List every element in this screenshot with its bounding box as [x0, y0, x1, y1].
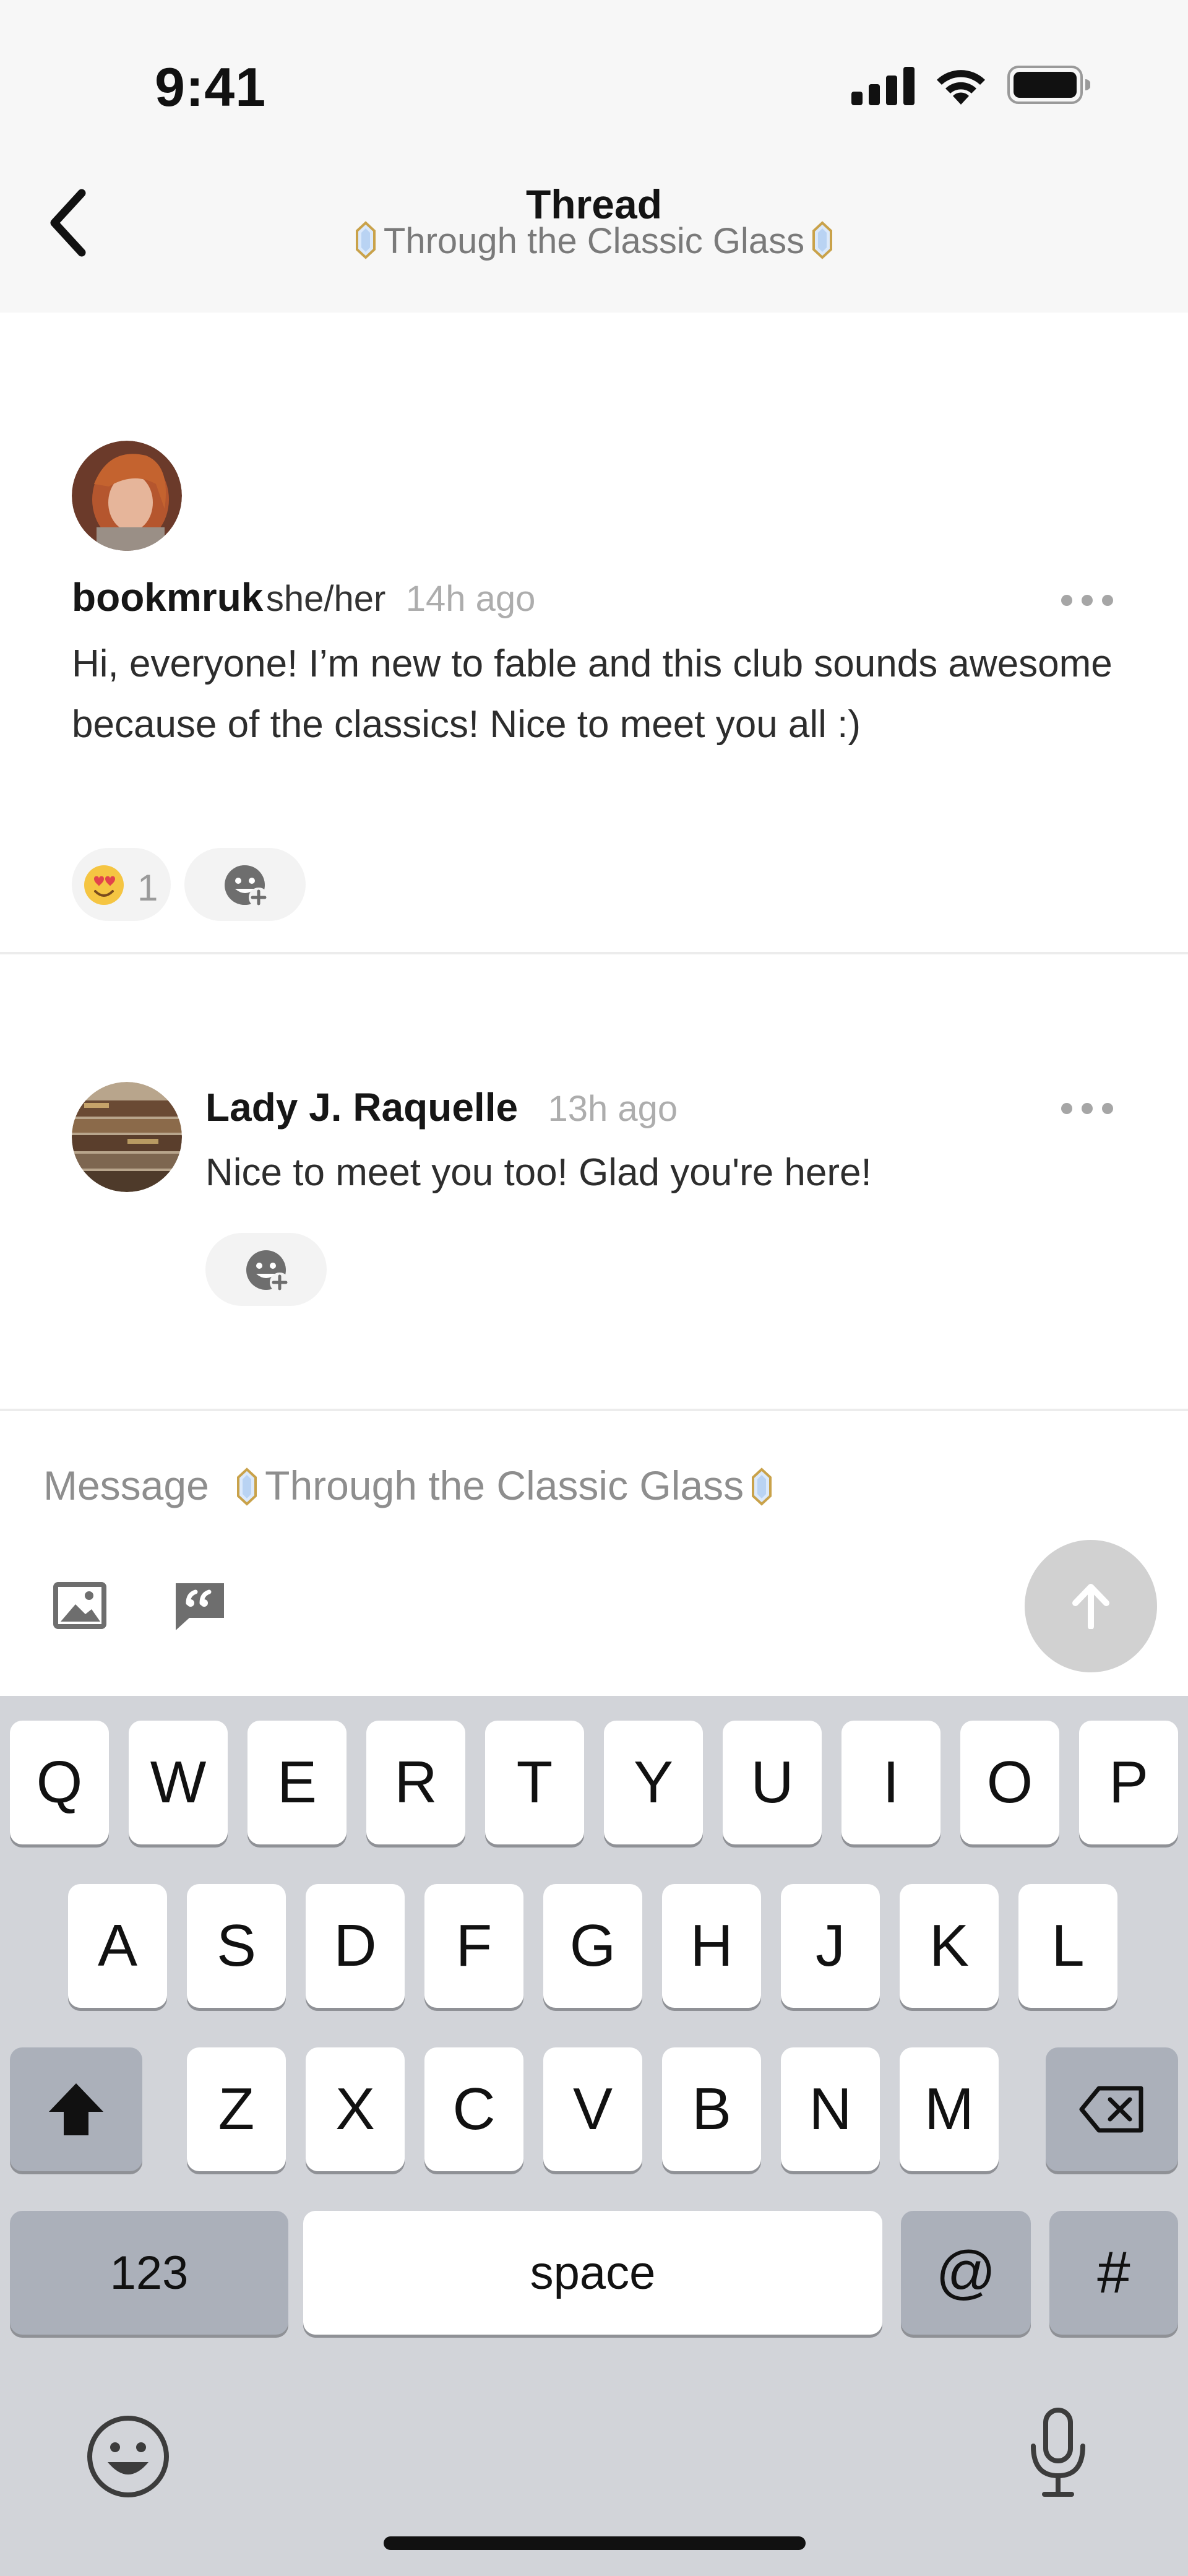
reaction-count: 1	[137, 867, 158, 909]
key-l[interactable]: L	[1018, 1884, 1117, 2008]
backspace-key[interactable]	[1046, 2047, 1178, 2171]
image-icon[interactable]	[53, 1582, 106, 1629]
home-indicator	[384, 2536, 806, 2550]
hash-key[interactable]: #	[1049, 2211, 1178, 2335]
top-bar	[0, 0, 1188, 313]
add-emoji-icon	[225, 865, 269, 907]
key-m[interactable]: M	[900, 2047, 999, 2171]
key-i[interactable]: I	[842, 1721, 940, 1844]
more-options-icon[interactable]	[1059, 591, 1115, 610]
key-g[interactable]: G	[543, 1884, 642, 2008]
key-x[interactable]: X	[306, 2047, 405, 2171]
send-button[interactable]	[1025, 1540, 1157, 1672]
post-username[interactable]: bookmruk	[72, 575, 263, 620]
key-v[interactable]: V	[543, 2047, 642, 2171]
mirror-emoji-icon	[812, 221, 833, 259]
key-a[interactable]: A	[68, 1884, 167, 2008]
key-h[interactable]: H	[662, 1884, 761, 2008]
club-name[interactable]: Through the Classic Glass	[0, 220, 1188, 262]
cellular-signal-icon	[851, 67, 915, 105]
reply-body: Nice to meet you too! Glad you're here!	[205, 1151, 872, 1194]
message-input[interactable]: Message Through the Classic Glass	[43, 1462, 780, 1509]
mirror-emoji-icon	[752, 1467, 772, 1506]
reply-username[interactable]: Lady J. Raquelle	[205, 1085, 518, 1130]
key-p[interactable]: P	[1079, 1721, 1178, 1844]
key-t[interactable]: T	[485, 1721, 584, 1844]
key-k[interactable]: K	[900, 1884, 999, 2008]
post-divider	[0, 952, 1188, 954]
key-s[interactable]: S	[187, 1884, 286, 2008]
microphone-icon[interactable]	[1027, 2406, 1089, 2498]
key-y[interactable]: Y	[604, 1721, 703, 1844]
avatar-lady-j-raquelle[interactable]	[72, 1082, 182, 1192]
arrow-up-icon	[1072, 1584, 1109, 1629]
key-j[interactable]: J	[781, 1884, 880, 2008]
reaction-heart-eyes[interactable]: 1	[72, 848, 171, 921]
key-e[interactable]: E	[248, 1721, 346, 1844]
key-q[interactable]: Q	[10, 1721, 109, 1844]
key-n[interactable]: N	[781, 2047, 880, 2171]
add-reaction-button[interactable]	[205, 1233, 327, 1306]
club-name-text: Through the Classic Glass	[383, 221, 805, 261]
key-f[interactable]: F	[424, 1884, 523, 2008]
key-b[interactable]: B	[662, 2047, 761, 2171]
space-key[interactable]: space	[303, 2211, 882, 2335]
post-body: Hi, everyone! I’m new to fable and this …	[72, 642, 1113, 746]
numbers-key[interactable]: 123	[10, 2211, 288, 2335]
key-d[interactable]: D	[306, 1884, 405, 2008]
key-o[interactable]: O	[960, 1721, 1059, 1844]
mirror-emoji-icon	[237, 1467, 257, 1506]
wifi-icon	[937, 70, 985, 105]
post-pronouns: she/her	[265, 579, 386, 619]
more-options-icon[interactable]	[1059, 1099, 1115, 1118]
heart-eyes-emoji-icon	[84, 865, 124, 905]
post-timestamp: 14h ago	[405, 579, 536, 619]
at-key[interactable]: @	[901, 2211, 1031, 2335]
add-reaction-button[interactable]	[184, 848, 306, 921]
composer-divider	[0, 1409, 1188, 1411]
key-z[interactable]: Z	[187, 2047, 286, 2171]
message-input-placeholder: Message	[43, 1463, 209, 1508]
mirror-emoji-icon	[355, 221, 376, 259]
key-c[interactable]: C	[424, 2047, 523, 2171]
shift-arrow-icon	[49, 2083, 103, 2135]
keyboard: Q W E R T Y U I O P A S D F G H J K L Z …	[0, 1696, 1188, 2576]
avatar-bookmruk[interactable]	[72, 441, 182, 551]
battery-icon	[1007, 66, 1090, 104]
add-emoji-icon	[246, 1250, 290, 1292]
quote-icon[interactable]	[173, 1581, 226, 1632]
backspace-icon	[1079, 2086, 1143, 2133]
status-time: 9:41	[155, 56, 267, 118]
post-header: bookmruk she/her 14h ago	[72, 574, 535, 620]
emoji-keyboard-icon[interactable]	[85, 2414, 171, 2499]
reply-header: Lady J. Raquelle 13h ago	[205, 1084, 678, 1130]
key-r[interactable]: R	[366, 1721, 465, 1844]
reply-timestamp: 13h ago	[548, 1089, 678, 1129]
shift-key[interactable]	[10, 2047, 142, 2171]
message-input-club: Through the Classic Glass	[265, 1463, 744, 1508]
key-w[interactable]: W	[129, 1721, 228, 1844]
key-u[interactable]: U	[723, 1721, 822, 1844]
